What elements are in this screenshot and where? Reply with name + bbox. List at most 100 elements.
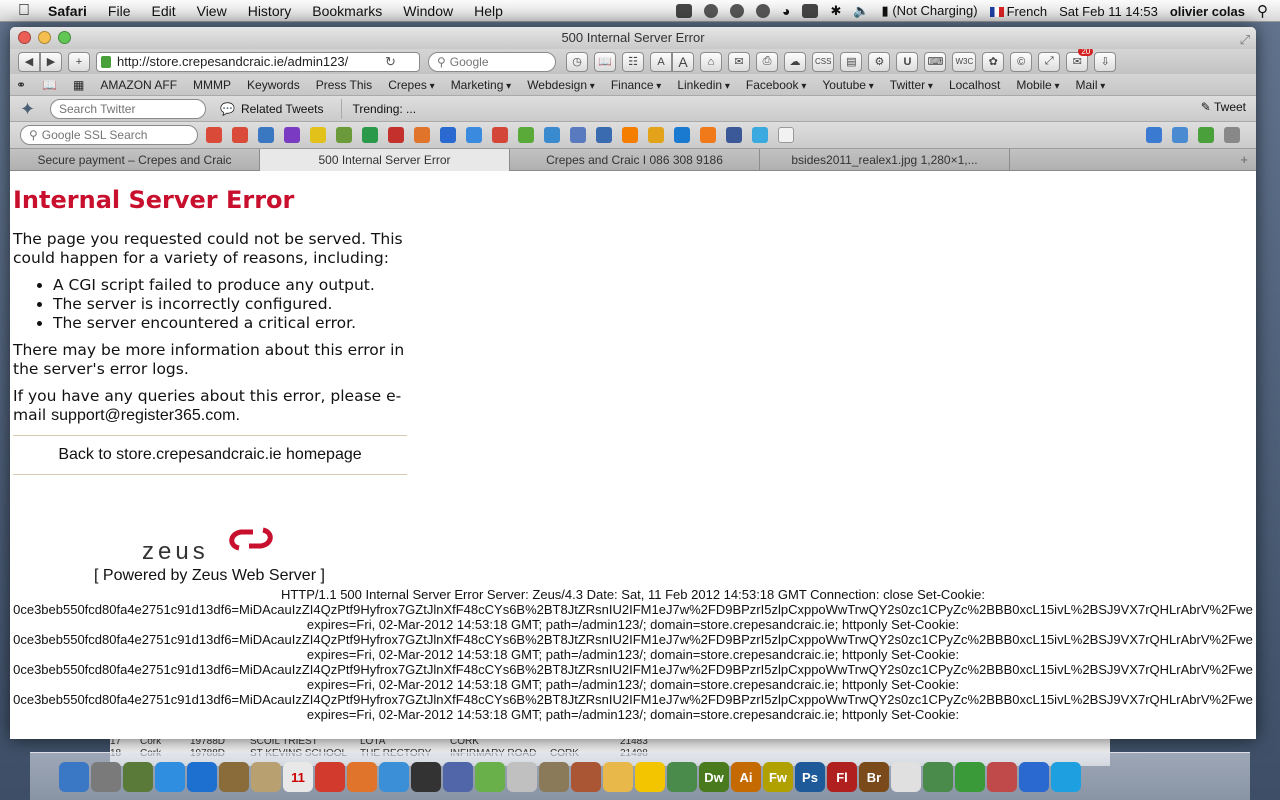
dreamweaver-icon[interactable]: Dw <box>699 762 729 792</box>
firefox-icon[interactable] <box>347 762 377 792</box>
related-tweets-button[interactable]: Related Tweets <box>241 102 324 116</box>
cyberduck-icon[interactable] <box>635 762 665 792</box>
window-icon[interactable] <box>284 127 300 143</box>
notifications-button[interactable]: ✉ 20 <box>1066 49 1094 72</box>
url-input[interactable] <box>117 54 381 69</box>
app-store-icon[interactable] <box>155 762 185 792</box>
google-icon[interactable] <box>206 127 222 143</box>
preview-icon[interactable] <box>219 762 249 792</box>
menu-app[interactable]: Safari <box>48 3 87 19</box>
chrome-icon[interactable] <box>315 762 345 792</box>
google-plus-icon[interactable] <box>232 127 248 143</box>
bookmark-keywords[interactable]: Keywords <box>247 78 300 92</box>
blogger-icon[interactable] <box>622 127 638 143</box>
bookmark-finance[interactable]: Finance <box>611 78 662 92</box>
bookmark-webdesign[interactable]: Webdesign <box>527 78 595 92</box>
title-bar[interactable]: 500 Internal Server Error ⤢ <box>10 27 1256 49</box>
print-icon[interactable]: ⎙ <box>756 51 778 72</box>
twitter-icon[interactable] <box>752 127 768 143</box>
safari-icon[interactable] <box>379 762 409 792</box>
bookmark-marketing[interactable]: Marketing <box>451 78 512 92</box>
clock-icon[interactable] <box>729 4 744 18</box>
bookmark-mmmp[interactable]: MMMP <box>193 78 231 92</box>
game-icon[interactable] <box>955 762 985 792</box>
new-tab-icon[interactable]: + <box>1240 152 1248 167</box>
tab-3[interactable]: Crepes and Craic I 086 308 9186 <box>510 149 760 171</box>
forward-button[interactable]: ▶ <box>40 51 62 72</box>
mail-icon[interactable]: ✉ <box>728 51 750 72</box>
sites-icon[interactable] <box>674 127 690 143</box>
talk-icon[interactable] <box>544 127 560 143</box>
fireworks-icon[interactable]: Fw <box>763 762 793 792</box>
bookmark-press-this[interactable]: Press This <box>316 78 372 92</box>
clock-label[interactable]: Sat Feb 11 14:53 <box>1059 4 1158 19</box>
sheet-icon[interactable] <box>362 127 378 143</box>
utilities-icon[interactable] <box>507 762 537 792</box>
leaf-icon[interactable]: ✿ <box>982 51 1005 72</box>
support-email-link[interactable]: support@register365.com. <box>51 407 240 424</box>
facebook-icon[interactable] <box>726 127 742 143</box>
check-icon[interactable] <box>518 127 534 143</box>
xcode-icon[interactable] <box>443 762 473 792</box>
expand-icon[interactable]: ⤢ <box>1038 51 1061 72</box>
photo-booth-icon[interactable] <box>571 762 601 792</box>
font-smaller-button[interactable]: A <box>650 51 672 72</box>
evernote-icon[interactable] <box>923 762 953 792</box>
bookmark-amazon-aff[interactable]: AMAZON AFF <box>100 78 177 92</box>
add-bookmark-button[interactable]: + <box>68 51 90 72</box>
network-icon[interactable] <box>475 762 505 792</box>
bookmark-twitter[interactable]: Twitter <box>890 78 933 92</box>
textedit-icon[interactable] <box>891 762 921 792</box>
trending-label[interactable]: Trending: ... <box>352 102 416 116</box>
twitter-search-field[interactable] <box>50 98 206 119</box>
printer-icon[interactable] <box>411 762 441 792</box>
activity-monitor-icon[interactable] <box>123 762 153 792</box>
menu-view[interactable]: View <box>197 3 227 19</box>
flash-icon[interactable]: Fl <box>827 762 857 792</box>
menu-history[interactable]: History <box>248 3 292 19</box>
picasa-icon[interactable] <box>414 127 430 143</box>
keyboard-icon[interactable]: ⌨ <box>924 51 947 72</box>
bookmark-youtube[interactable]: Youtube <box>822 78 873 92</box>
chrome-ext-icon[interactable] <box>1172 127 1188 143</box>
time-machine-icon[interactable] <box>703 4 718 18</box>
tab-2[interactable]: 500 Internal Server Error <box>260 149 510 171</box>
back-button[interactable]: ◀ <box>18 51 40 72</box>
finder-icon[interactable] <box>59 762 89 792</box>
wifi-icon[interactable]: ◕ <box>782 3 790 19</box>
flag-ext-icon[interactable] <box>700 127 716 143</box>
gmail-icon[interactable] <box>492 127 508 143</box>
top-sites-icon[interactable]: ▦ <box>73 78 84 92</box>
reload-icon[interactable]: ↻ <box>385 54 396 70</box>
tag-icon[interactable] <box>336 127 352 143</box>
spotlight-icon[interactable]: ⚲ <box>1257 2 1268 20</box>
bluetooth-icon[interactable]: ✱ <box>830 3 841 19</box>
itunes-icon[interactable] <box>187 762 217 792</box>
palette-icon[interactable] <box>603 762 633 792</box>
google-search-field[interactable]: ⚲ <box>428 51 556 72</box>
address-book-icon[interactable] <box>251 762 281 792</box>
calendar-ext-icon[interactable] <box>440 127 456 143</box>
copyright-icon[interactable]: © <box>1010 51 1033 72</box>
menu-help[interactable]: Help <box>474 3 503 19</box>
input-source[interactable]: French <box>989 4 1047 19</box>
show-bookmarks-icon[interactable]: 📖 <box>42 78 57 92</box>
info-icon[interactable] <box>1198 127 1214 143</box>
fullscreen-icon[interactable]: ⤢ <box>1240 29 1250 51</box>
wrench-icon[interactable] <box>1224 127 1240 143</box>
bookmark-mobile[interactable]: Mobile <box>1016 78 1059 92</box>
volume-icon[interactable]: 🔈 <box>853 3 869 19</box>
address-bar[interactable]: ↻ <box>96 51 420 72</box>
tweet-button[interactable]: ✎ Tweet <box>1201 100 1246 114</box>
cloud-icon[interactable]: ☁ <box>784 51 806 72</box>
zoom-button[interactable] <box>58 31 71 44</box>
twitter-bird-icon[interactable]: ✦ <box>20 100 42 118</box>
google-ssl-search-field[interactable]: ⚲ <box>20 125 198 145</box>
skype-icon[interactable] <box>1051 762 1081 792</box>
bookmark-mail[interactable]: Mail <box>1076 78 1106 92</box>
xcode-tools-icon[interactable] <box>1019 762 1049 792</box>
home-icon[interactable]: ⌂ <box>700 51 722 72</box>
bridge-icon[interactable]: Br <box>859 762 889 792</box>
twitter-search-input[interactable] <box>59 101 199 116</box>
homepage-link[interactable]: Back to store.crepesandcraic.ie homepage <box>13 446 407 464</box>
